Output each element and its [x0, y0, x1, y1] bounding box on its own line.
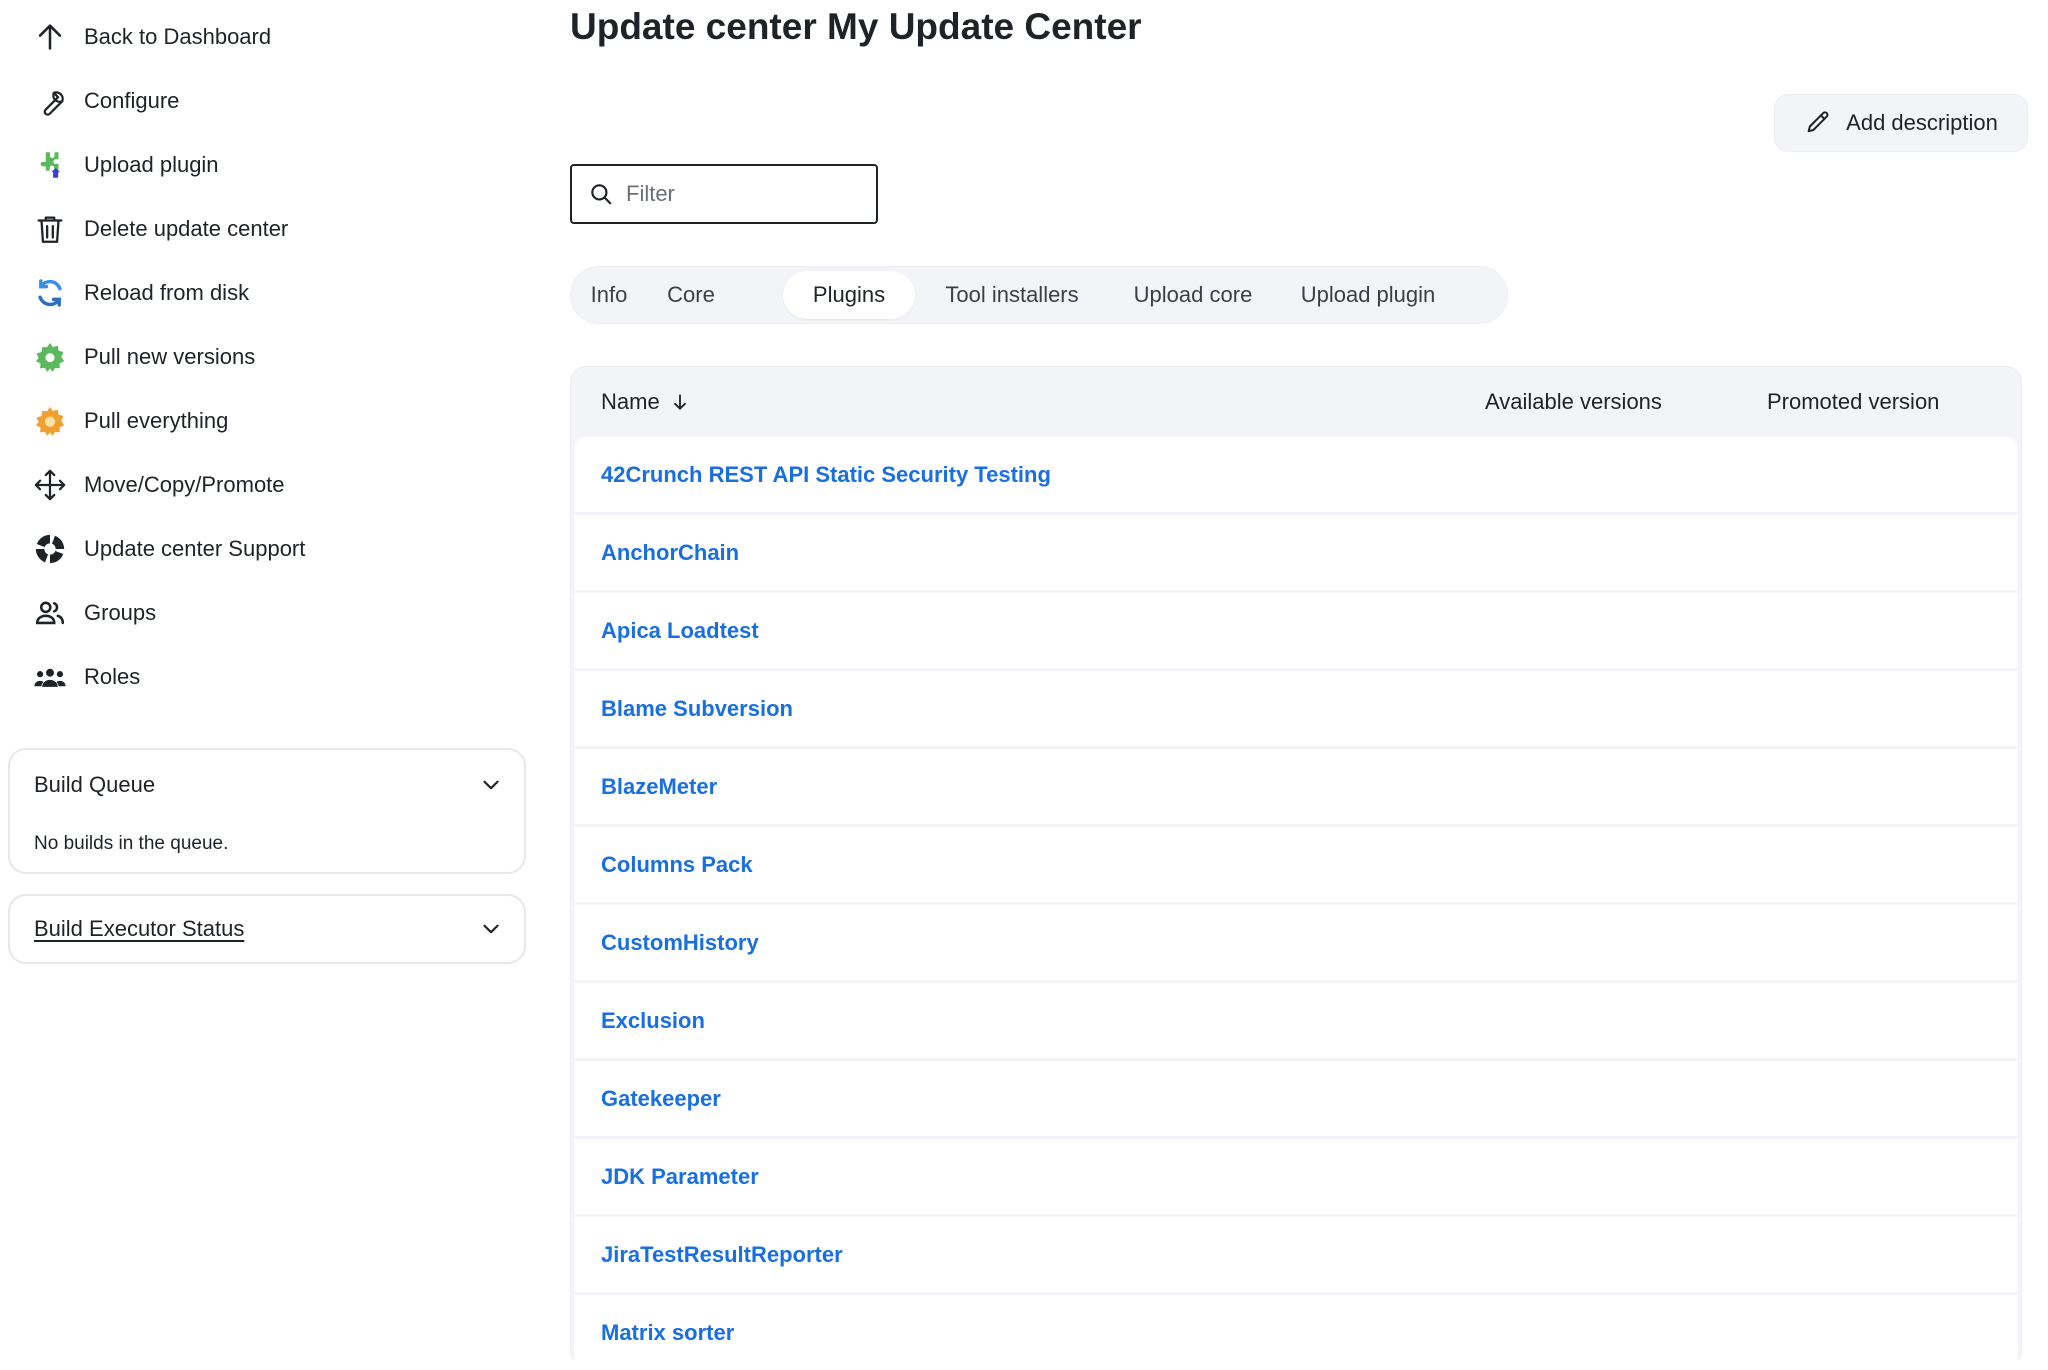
sidebar-item-move-copy-promote[interactable]: Move/Copy/Promote: [30, 460, 285, 510]
table-row: Apica Loadtest: [574, 593, 2018, 668]
plugins-table: Name Available versions Promoted version…: [570, 366, 2022, 1370]
table-row: BlazeMeter: [574, 749, 2018, 824]
table-row: Gatekeeper: [574, 1061, 2018, 1136]
sidebar-item-label: Back to Dashboard: [84, 24, 272, 49]
plugin-link[interactable]: Apica Loadtest: [601, 618, 759, 644]
build-queue-header: Build Queue: [34, 772, 504, 798]
sidebar-item-label: Reload from disk: [84, 280, 250, 305]
sidebar-item-label: Upload plugin: [84, 152, 219, 177]
plugin-link[interactable]: CustomHistory: [601, 930, 759, 956]
sidebar-item-pull-everything[interactable]: Pull everything: [30, 396, 228, 446]
column-header-available-versions[interactable]: Available versions: [1485, 389, 1662, 415]
build-executor-header: Build Executor Status: [34, 916, 504, 942]
chevron-down-icon[interactable]: [478, 916, 504, 942]
sidebar-item-pull-new-versions[interactable]: Pull new versions: [30, 332, 255, 382]
reload-icon: [30, 273, 70, 313]
sidebar-item-label: Pull everything: [84, 408, 229, 433]
add-description-label: Add description: [1846, 110, 1998, 135]
sidebar-item-label: Update center Support: [84, 536, 306, 561]
group-icon: [30, 593, 70, 633]
sidebar-item-back-to-dashboard[interactable]: Back to Dashboard: [30, 12, 271, 62]
table-row: JiraTestResultReporter: [574, 1217, 2018, 1292]
pencil-icon: [1807, 111, 1829, 133]
arrow-up-icon: [30, 17, 70, 57]
table-row: JDK Parameter: [574, 1139, 2018, 1214]
page-title: Update center My Update Center: [570, 6, 1142, 47]
tab-tool-installers[interactable]: Tool installers: [927, 271, 1097, 319]
build-queue-message: No builds in the queue.: [34, 833, 229, 854]
plugin-link[interactable]: JiraTestResultReporter: [601, 1242, 843, 1268]
orange-gear-icon: [30, 401, 70, 441]
filter-input[interactable]: [624, 180, 858, 208]
lifebuoy-icon: [30, 529, 70, 569]
sidebar-item-label: Roles: [84, 664, 141, 689]
column-header-label: Name: [601, 389, 660, 414]
wrench-icon: [30, 81, 70, 121]
tab-plugins[interactable]: Plugins: [783, 271, 915, 319]
table-row: CustomHistory: [574, 905, 2018, 980]
move-arrows-icon: [30, 465, 70, 505]
sidebar-item-groups[interactable]: Groups: [30, 588, 156, 638]
sidebar-item-label: Move/Copy/Promote: [84, 472, 285, 497]
table-row: Exclusion: [574, 983, 2018, 1058]
column-header-label: Promoted version: [1767, 389, 1940, 414]
build-executor-status-panel: Build Executor Status: [8, 894, 526, 964]
tab-core[interactable]: Core: [651, 271, 731, 319]
sidebar-item-label: Configure: [84, 88, 180, 113]
table-row: 42Crunch REST API Static Security Testin…: [574, 437, 2018, 512]
plugin-link[interactable]: Columns Pack: [601, 852, 753, 878]
sidebar-item-label: Pull new versions: [84, 344, 256, 369]
plugin-link[interactable]: BlazeMeter: [601, 774, 717, 800]
plugin-link[interactable]: Gatekeeper: [601, 1086, 721, 1112]
add-description-button[interactable]: Add description: [1774, 94, 2028, 152]
sidebar-item-upload-plugin[interactable]: Upload plugin: [30, 140, 219, 190]
sidebar-item-reload-from-disk[interactable]: Reload from disk: [30, 268, 249, 318]
green-gear-icon: [30, 337, 70, 377]
tab-upload-core[interactable]: Upload core: [1123, 271, 1263, 319]
plugin-link[interactable]: AnchorChain: [601, 540, 739, 566]
build-queue-title: Build Queue: [34, 772, 156, 797]
table-row: Matrix sorter: [574, 1295, 2018, 1370]
column-header-name[interactable]: Name: [601, 389, 690, 415]
arrow-down-icon: [673, 394, 686, 410]
column-header-label: Available versions: [1485, 389, 1662, 414]
sidebar-item-roles[interactable]: Roles: [30, 652, 140, 702]
column-header-promoted-version[interactable]: Promoted version: [1767, 389, 1939, 415]
plugin-link[interactable]: Matrix sorter: [601, 1320, 734, 1346]
sidebar-item-label: Delete update center: [84, 216, 289, 241]
plugin-link[interactable]: JDK Parameter: [601, 1164, 759, 1190]
sidebar-item-label: Groups: [84, 600, 157, 625]
sidebar-item-update-center-support[interactable]: Update center Support: [30, 524, 305, 574]
plugin-link[interactable]: Exclusion: [601, 1008, 705, 1034]
build-executor-status-link[interactable]: Build Executor Status: [34, 916, 244, 942]
table-row: Columns Pack: [574, 827, 2018, 902]
sidebar-item-delete-update-center[interactable]: Delete update center: [30, 204, 288, 254]
tab-info[interactable]: Info: [571, 271, 647, 319]
table-row: Blame Subversion: [574, 671, 2018, 746]
build-queue-panel: Build Queue No builds in the queue.: [8, 748, 526, 874]
tab-upload-plugin[interactable]: Upload plugin: [1283, 271, 1453, 319]
trash-icon: [30, 209, 70, 249]
plugin-link[interactable]: 42Crunch REST API Static Security Testin…: [601, 462, 1051, 488]
chevron-down-icon[interactable]: [478, 772, 504, 798]
roles-icon: [30, 657, 70, 697]
table-header: Name Available versions Promoted version: [571, 367, 2021, 437]
puzzle-piece-icon: [30, 145, 70, 185]
plugin-link[interactable]: Blame Subversion: [601, 696, 793, 722]
filter-box: [570, 164, 878, 224]
search-icon: [591, 184, 612, 205]
tab-bar: Info Core Plugins Tool installers Upload…: [570, 266, 1508, 324]
table-row: AnchorChain: [574, 515, 2018, 590]
sidebar-item-configure[interactable]: Configure: [30, 76, 179, 126]
